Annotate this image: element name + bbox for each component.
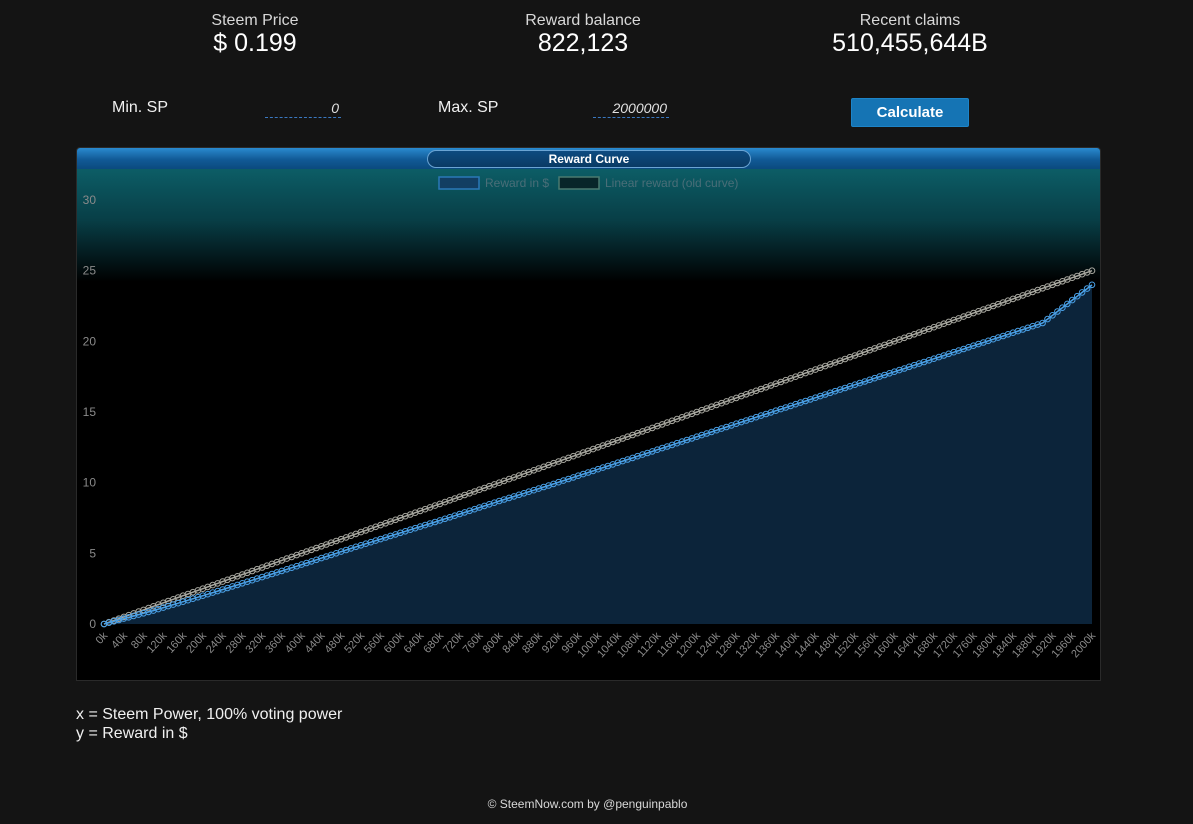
- recent-claims-stat: Recent claims 510,455,644B: [780, 12, 1040, 56]
- recent-claims-value: 510,455,644B: [832, 29, 988, 57]
- min-sp-input[interactable]: [265, 98, 341, 118]
- chart-header: Reward Curve: [77, 148, 1100, 170]
- max-sp-label: Max. SP: [438, 99, 499, 116]
- footer-credit: © SteemNow.com by @penguinpablo: [487, 797, 688, 811]
- steem-price-value: $ 0.199: [213, 29, 297, 57]
- chart-title: Reward Curve: [427, 150, 751, 168]
- y-tick-label: 25: [83, 264, 97, 278]
- legend-swatch: [438, 176, 480, 190]
- y-tick-label: 0: [89, 617, 96, 631]
- reward-curve-panel: Reward Curve 0 5 10 15 20 25 30 0k 40k 80k 120k 16…: [76, 147, 1101, 681]
- steem-price-label: Steem Price: [211, 12, 299, 29]
- max-sp-input[interactable]: [593, 98, 669, 118]
- recent-claims-label: Recent claims: [859, 12, 961, 29]
- y-tick-label: 30: [83, 193, 97, 207]
- calculate-button[interactable]: Calculate: [851, 98, 969, 127]
- y-axis-description: y = Reward in $: [76, 725, 188, 742]
- y-tick-label: 20: [83, 334, 97, 348]
- x-axis-description: x = Steem Power, 100% voting power: [76, 706, 343, 723]
- y-tick-label: 5: [89, 546, 96, 560]
- y-tick-label: 15: [83, 405, 97, 419]
- steem-price-stat: Steem Price $ 0.199: [125, 12, 385, 56]
- reward-balance-value: 822,123: [537, 29, 629, 57]
- reward-balance-stat: Reward balance 822,123: [453, 12, 713, 56]
- legend-label: Reward in $: [485, 176, 549, 190]
- page: Steem Price $ 0.199 Reward balance 822,1…: [0, 0, 1193, 824]
- y-tick-label: 10: [83, 476, 97, 490]
- legend-swatch: [558, 176, 600, 190]
- reward-balance-label: Reward balance: [525, 12, 641, 29]
- legend-label: Linear reward (old curve): [605, 176, 738, 190]
- reward-curve-chart: 051015202530 0k40k80k120k160k200k240k280…: [77, 169, 1100, 680]
- min-sp-label: Min. SP: [112, 99, 169, 116]
